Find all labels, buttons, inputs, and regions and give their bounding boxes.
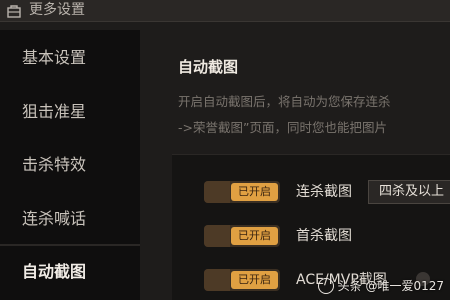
toggle-state-label: 已开启: [231, 183, 278, 201]
settings-toolbox-icon: [7, 5, 21, 18]
watermark: 头条 @唯一爱0127: [317, 277, 444, 294]
sidebar-item-sniper-crosshair[interactable]: 狙击准星: [0, 89, 140, 135]
sidebar-item-kill-effects[interactable]: 击杀特效: [0, 142, 140, 188]
killstreak-screenshot-toggle[interactable]: 已开启: [204, 181, 280, 203]
title-bar: 更多设置: [0, 0, 450, 22]
toggle-knob: [204, 181, 230, 203]
window-title: 更多设置: [29, 2, 85, 18]
description-line-2: ->荣誉截图”页面，同时您也能把图片: [178, 120, 387, 135]
section-title: 自动截图: [178, 58, 239, 76]
toggle-knob: [204, 225, 230, 247]
setting-row-first-kill-screenshot: 已开启 首杀截图: [172, 221, 450, 251]
ace-mvp-screenshot-toggle[interactable]: 已开启: [204, 269, 280, 291]
sidebar-item-killstreak-callouts[interactable]: 连杀喊话: [0, 196, 140, 242]
sidebar-item-label: 狙击准星: [22, 102, 87, 121]
setting-label: 连杀截图: [296, 184, 352, 200]
sidebar-item-label: 自动截图: [22, 262, 87, 281]
sidebar-item-label: 连杀喊话: [22, 209, 87, 228]
setting-label: 首杀截图: [296, 228, 352, 244]
toggle-knob: [204, 269, 230, 291]
sidebar-divider: [0, 244, 140, 246]
sidebar-item-label: 击杀特效: [22, 155, 87, 174]
toutiao-logo-icon: [317, 277, 334, 294]
sidebar-item-label: 基本设置: [22, 48, 87, 67]
sidebar: 基本设置 狙击准星 击杀特效 连杀喊话 自动截图: [0, 30, 140, 300]
first-kill-screenshot-toggle[interactable]: 已开启: [204, 225, 280, 247]
sidebar-item-auto-screenshot[interactable]: 自动截图: [0, 249, 140, 295]
setting-row-killstreak-screenshot: 已开启 连杀截图 四杀及以上: [172, 177, 450, 207]
description-line-1: 开启自动截图后，将自动为您保存连杀: [178, 94, 391, 109]
sidebar-item-basic-settings[interactable]: 基本设置: [0, 35, 140, 81]
killstreak-threshold-select[interactable]: 四杀及以上: [368, 180, 450, 204]
toggle-state-label: 已开启: [231, 271, 278, 289]
watermark-text: 头条 @唯一爱0127: [337, 279, 444, 293]
toggle-state-label: 已开启: [231, 227, 278, 245]
